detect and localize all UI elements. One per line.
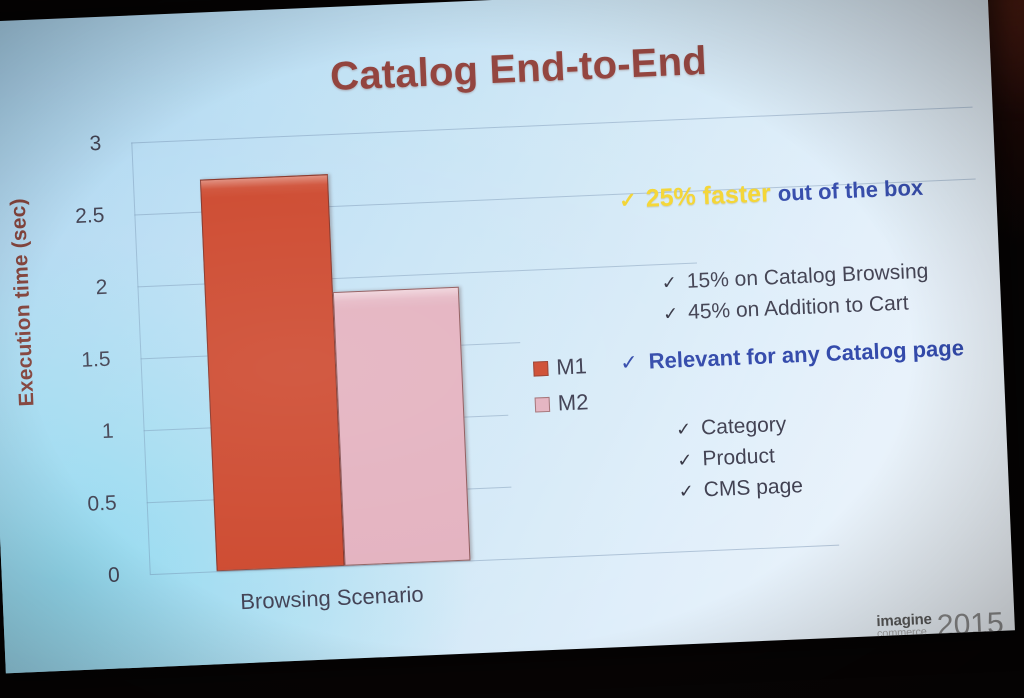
y-tick-label: 0.5	[87, 491, 118, 516]
list-item-label: Category	[700, 412, 787, 440]
legend-label: M1	[555, 353, 588, 380]
chart-legend: M1 M2	[533, 348, 590, 422]
check-icon: ✓	[619, 351, 639, 375]
y-tick-label: 1.5	[80, 347, 112, 372]
list-item: ✓ CMS page	[678, 474, 803, 503]
check-icon: ✓	[676, 449, 693, 471]
logo-wordmark: imagine commerce	[876, 611, 932, 643]
legend-item-m1[interactable]: M1	[533, 348, 588, 386]
y-tick-label: 0	[107, 563, 121, 587]
logo-secondary-text: commerce	[876, 626, 927, 641]
headline-sub-bullets: ✓ 15% on Catalog Browsing ✓ 45% on Addit…	[661, 260, 930, 333]
legend-swatch-icon	[534, 396, 551, 413]
list-item: ✓ Category	[676, 412, 801, 441]
y-tick-label: 1	[101, 419, 115, 444]
bar-chart: Execution time (sec) 0 0.5 1 1.5 2 2.5 3	[0, 0, 1015, 673]
projected-slide: Catalog End-to-End Execution time (sec) …	[0, 0, 1015, 674]
legend-label: M2	[557, 389, 589, 416]
legend-item-m2[interactable]: M2	[534, 384, 589, 422]
photo-background: Catalog End-to-End Execution time (sec) …	[0, 0, 1024, 698]
bar-m1[interactable]	[199, 174, 345, 572]
slide-canvas: Catalog End-to-End Execution time (sec) …	[0, 0, 1015, 674]
list-item: ✓ 45% on Addition to Cart	[663, 291, 931, 326]
check-icon: ✓	[661, 272, 678, 293]
list-item-label: Product	[701, 444, 776, 471]
legend-swatch-icon	[533, 360, 549, 377]
relevant-sub-bullets: ✓ Category ✓ Product ✓ CMS page	[676, 412, 804, 510]
plot-area	[132, 127, 510, 574]
x-axis-label: Browsing Scenario	[239, 581, 425, 615]
y-tick-label: 2.5	[74, 203, 105, 229]
list-item-label: 45% on Addition to Cart	[687, 291, 910, 324]
check-icon: ✓	[675, 418, 692, 440]
list-item-label: CMS page	[703, 474, 804, 502]
check-icon: ✓	[618, 189, 638, 213]
list-item: ✓ Product	[677, 443, 802, 472]
imagine-commerce-logo: imagine commerce 2015	[876, 607, 1005, 643]
logo-year-text: 2015	[936, 607, 1005, 643]
headline-highlight: 25% faster	[645, 179, 772, 213]
y-axis-ticks: 0 0.5 1 1.5 2 2.5 3	[36, 17, 124, 671]
check-icon: ✓	[678, 480, 695, 502]
y-axis-title: Execution time (sec)	[6, 197, 39, 407]
check-icon: ✓	[662, 303, 679, 324]
bar-m2[interactable]	[332, 287, 471, 566]
y-tick-label: 3	[89, 131, 102, 156]
y-tick-label: 2	[95, 275, 108, 300]
headline-rest: out of the box	[777, 174, 924, 206]
